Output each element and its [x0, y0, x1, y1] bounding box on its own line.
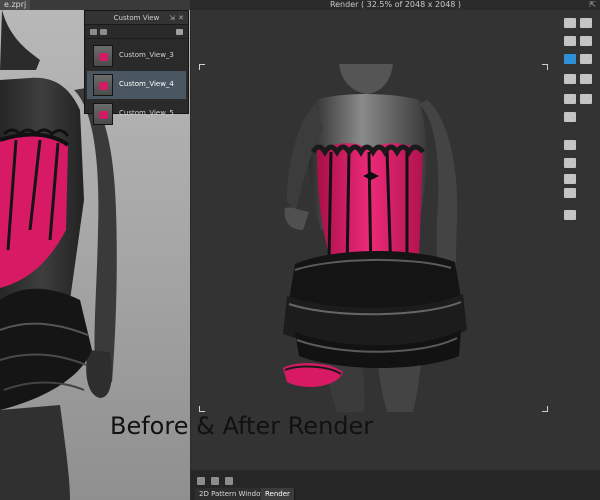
light-icon[interactable] — [580, 36, 592, 46]
environment-icon[interactable] — [580, 94, 592, 104]
view-thumbnail — [93, 74, 113, 96]
camera-add-icon[interactable] — [564, 140, 576, 150]
settings-icon[interactable] — [564, 210, 576, 220]
filter-icon[interactable] — [580, 74, 592, 84]
split-icon[interactable] — [211, 477, 219, 485]
camera-preset-icon[interactable] — [564, 112, 576, 122]
resize-icon[interactable] — [564, 74, 576, 84]
view-thumbnail — [93, 45, 113, 67]
tab-render[interactable]: Render — [261, 488, 295, 500]
add-view-icon[interactable] — [90, 29, 97, 35]
view-thumbnail — [93, 103, 113, 125]
custom-view-item[interactable]: Custom_View_3 — [87, 42, 186, 70]
custom-view-header: Custom View ⇲ ✕ — [85, 11, 188, 25]
custom-view-item-selected[interactable]: Custom_View_4 — [87, 71, 186, 99]
custom-view-panel: Custom View ⇲ ✕ Custom_View_3 Custom_Vie… — [84, 10, 189, 125]
layout-icon[interactable] — [197, 477, 205, 485]
camera-rotate-icon[interactable] — [564, 174, 576, 184]
custom-view-label: Custom_View_5 — [119, 109, 174, 117]
render-start-icon[interactable] — [564, 18, 576, 28]
camera-view-icon[interactable] — [564, 36, 576, 46]
camera-settings-icon[interactable] — [564, 188, 576, 198]
camera-list-icon[interactable] — [564, 158, 576, 168]
custom-view-title: Custom View — [113, 14, 160, 22]
render-image-icon[interactable] — [564, 94, 576, 104]
fullscreen-icon[interactable] — [225, 477, 233, 485]
tab-2d-pattern-window[interactable]: 2D Pattern Window — [195, 488, 272, 500]
custom-view-label: Custom_View_3 — [119, 51, 174, 59]
caption-text: Before & After Render — [110, 412, 374, 440]
custom-view-label: Custom_View_4 — [119, 80, 174, 88]
close-icon[interactable]: ✕ — [178, 11, 184, 25]
render-stop-icon[interactable] — [580, 18, 592, 28]
custom-view-list: Custom_View_3 Custom_View_4 Custom_View_… — [85, 41, 188, 129]
bottom-bar: 2D Pattern Window Render — [191, 470, 600, 500]
delete-view-icon[interactable] — [100, 29, 107, 35]
custom-view-item[interactable]: Custom_View_5 — [87, 100, 186, 128]
tab-bar: 2D Pattern Window Render — [191, 488, 600, 500]
custom-view-toolbar — [85, 25, 188, 39]
camera-icon[interactable] — [176, 29, 183, 35]
pin-icon[interactable]: ⇲ — [169, 11, 175, 25]
image-save-icon[interactable] — [580, 54, 592, 64]
active-render-icon[interactable] — [564, 54, 576, 64]
